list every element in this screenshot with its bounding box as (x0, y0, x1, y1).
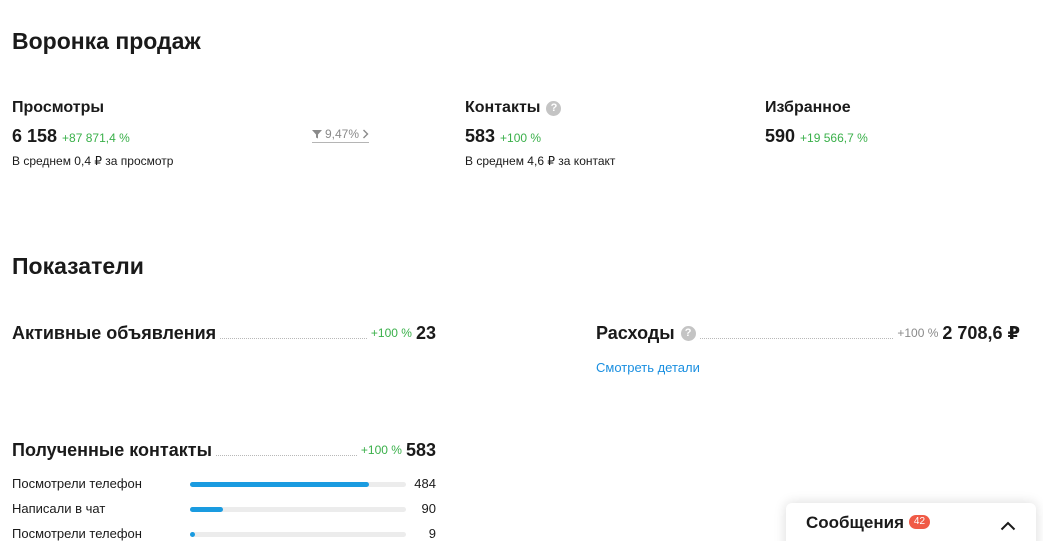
expenses-value: 2 708,6 ₽ (942, 322, 1020, 343)
breakdown-row: Посмотрели телефон 484 (12, 474, 436, 499)
received-contacts-label: Полученные контакты (12, 439, 212, 460)
views-label: Просмотры (12, 99, 105, 116)
dotted-leader (215, 455, 357, 456)
breakdown-row: Посмотрели телефон 9 (12, 524, 436, 541)
contacts-value: 583 (465, 126, 496, 146)
contacts-label: Контакты (465, 99, 541, 116)
favorites-label: Избранное (765, 99, 851, 116)
conversion-link[interactable]: 9,47% (312, 127, 370, 143)
expenses-details-link[interactable]: Смотреть детали (596, 360, 700, 375)
funnel-contacts: Контакты ? 583 +100 % В среднем 4,6 ₽ за… (465, 98, 615, 168)
help-icon[interactable]: ? (546, 100, 562, 116)
unread-badge: 42 (908, 515, 930, 529)
views-value: 6 158 (12, 126, 58, 146)
contacts-delta: +100 % (500, 131, 542, 145)
expenses-label: Расходы (596, 322, 675, 343)
favorites-value: 590 (765, 126, 796, 146)
breakdown-label: Написали в чат (12, 501, 106, 516)
expenses-delta: +100 % (897, 326, 939, 340)
progress-track (190, 507, 406, 512)
metrics-title: Показатели (12, 253, 144, 279)
contacts-breakdown: Посмотрели телефон 484 Написали в чат 90… (12, 474, 436, 541)
contacts-average: В среднем 4,6 ₽ за контакт (465, 154, 616, 168)
expenses-row: Расходы ? +100 % 2 708,6 ₽ (596, 321, 1020, 345)
active-ads-label: Активные объявления (12, 322, 217, 343)
active-ads-delta: +100 % (370, 326, 412, 340)
funnel-views: Просмотры 6 158 +87 871,4 % В среднем 0,… (12, 98, 173, 168)
messages-widget[interactable]: Сообщения 42 (786, 503, 1036, 541)
received-contacts-delta: +100 % (360, 443, 402, 457)
chevron-right-icon (362, 129, 369, 139)
views-delta: +87 871,4 % (62, 131, 130, 145)
sales-funnel-title: Воронка продаж (12, 28, 201, 54)
progress-fill (190, 482, 370, 487)
help-icon[interactable]: ? (680, 325, 696, 341)
funnel-icon (312, 129, 322, 139)
chevron-up-icon[interactable] (1000, 518, 1016, 536)
active-ads-value: 23 (415, 322, 436, 343)
breakdown-value: 90 (421, 501, 436, 516)
conversion-value: 9,47% (325, 127, 360, 141)
dotted-leader (699, 338, 894, 339)
breakdown-label: Посмотрели телефон (12, 526, 142, 541)
breakdown-row: Написали в чат 90 (12, 499, 436, 524)
progress-fill (190, 532, 196, 537)
progress-track (190, 532, 406, 537)
breakdown-value: 484 (414, 476, 436, 491)
received-contacts-row: Полученные контакты +100 % 583 (12, 438, 436, 462)
progress-track (190, 482, 406, 487)
dotted-leader (220, 338, 367, 339)
messages-title: Сообщения (806, 513, 904, 532)
breakdown-value: 9 (428, 526, 436, 541)
views-average: В среднем 0,4 ₽ за просмотр (12, 154, 174, 168)
favorites-delta: +19 566,7 % (800, 131, 868, 145)
funnel-favorites: Избранное 590 +19 566,7 % (765, 98, 868, 148)
active-ads-row: Активные объявления +100 % 23 (12, 321, 436, 345)
breakdown-label: Посмотрели телефон (12, 476, 142, 491)
progress-fill (190, 507, 224, 512)
received-contacts-value: 583 (405, 439, 436, 460)
